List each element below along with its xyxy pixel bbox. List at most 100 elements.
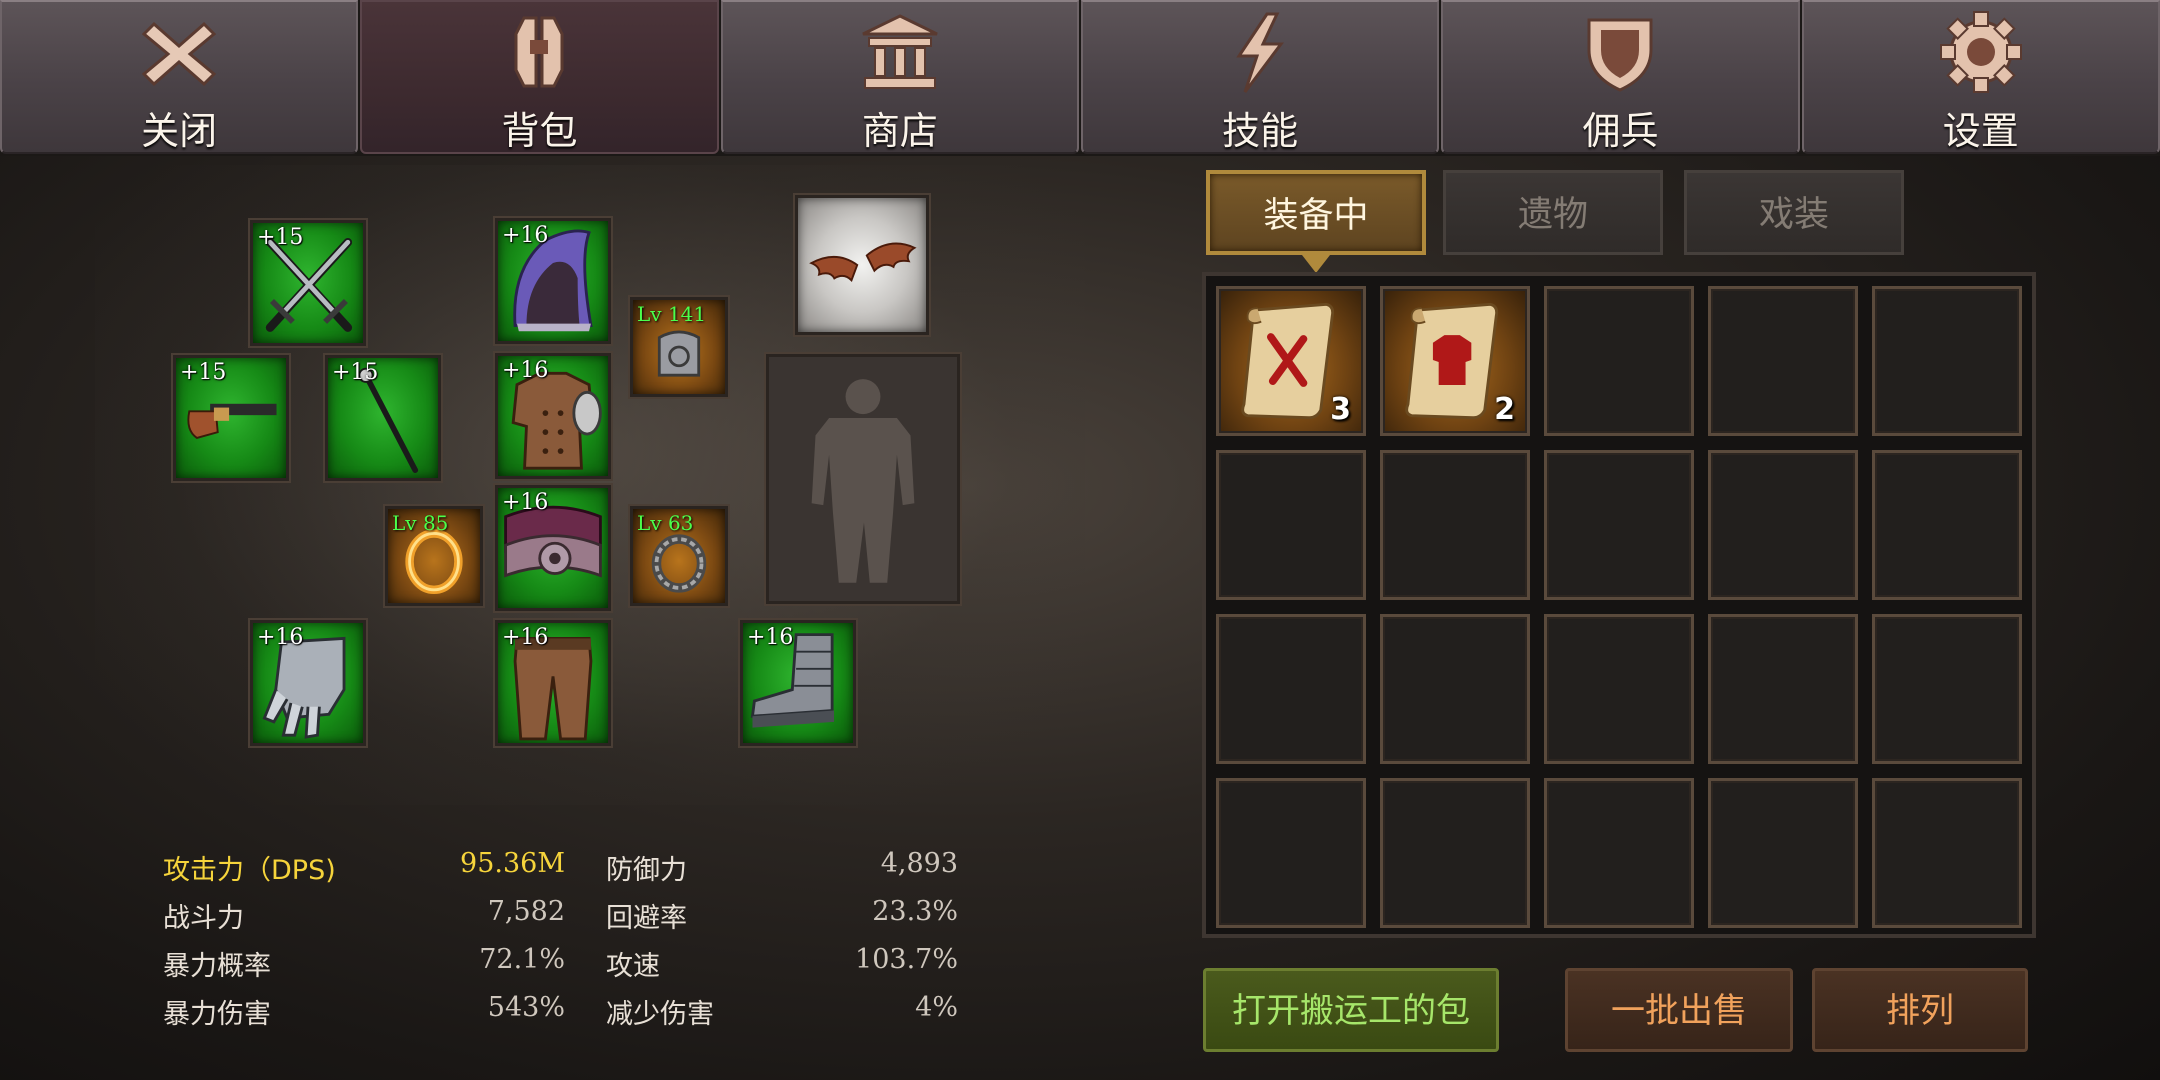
stat-crit-damage: 暴力伤害 543% [163,992,565,1036]
tab-mercenary-label: 佣兵 [1582,109,1659,153]
item-level: Lv 85 [392,511,449,535]
inventory-slot[interactable] [1708,614,1858,764]
shop-icon [862,14,938,89]
item-count: 3 [1330,392,1351,427]
stat-power: 战斗力 7,582 [163,896,565,940]
inventory-slot[interactable] [1544,286,1694,436]
tab-costumes[interactable]: 戏装 [1684,170,1904,255]
stat-value: 7,582 [487,896,565,927]
stat-dps: 攻击力（DPS) 95.36M [163,848,565,892]
stat-defense: 防御力 4,893 [606,848,958,892]
enhance-level: +15 [332,360,379,385]
enhance-level: +16 [502,625,549,650]
stat-crit-rate: 暴力概率 72.1% [163,944,565,988]
equip-slot-gauntlets[interactable]: +16 [250,620,366,746]
item-level: Lv 141 [637,302,707,326]
inventory-slot[interactable]: 3 [1216,286,1366,436]
equip-slot-necklace[interactable]: Lv 141 [630,297,728,397]
enhance-level: +16 [502,358,549,383]
stat-value: 4,893 [880,848,958,879]
inventory-slot[interactable] [1708,450,1858,600]
equip-slot-pistol[interactable]: +15 [173,355,289,481]
equip-slot-wings[interactable] [795,195,929,335]
inventory-slot[interactable] [1872,778,2022,928]
equip-slot-hood[interactable]: +16 [495,218,611,344]
tab-shop[interactable]: 商店 [720,0,1079,154]
inventory-slot[interactable] [1216,614,1366,764]
inventory-slot[interactable] [1708,778,1858,928]
stat-label: 暴力伤害 [163,999,271,1030]
tab-skills[interactable]: 技能 [1080,0,1440,154]
item-level: Lv 63 [637,511,694,535]
enhance-level: +16 [502,490,549,515]
stat-value: 72.1% [479,944,565,975]
lightning-icon [1236,12,1285,93]
tab-shop-label: 商店 [861,109,938,153]
equip-slot-ring-right[interactable]: Lv 63 [630,506,728,606]
equip-slot-boots[interactable]: +16 [740,620,856,746]
backpack-icon [514,16,564,88]
inventory-slot[interactable] [1872,286,2022,436]
tab-mercenary[interactable]: 佣兵 [1441,0,1800,154]
inventory-slot[interactable] [1872,614,2022,764]
stat-value: 103.7% [855,944,958,975]
enhance-level: +16 [502,223,549,248]
equip-slot-chest[interactable]: +16 [495,353,611,479]
stat-evasion: 回避率 23.3% [606,896,958,940]
stat-label: 攻击力（DPS) [163,855,336,886]
stat-value: 95.36M [460,848,565,879]
inventory-slot[interactable] [1872,450,2022,600]
top-nav: 关闭 背包 商店 技能 佣兵 设置 [0,0,2160,156]
stat-value: 4% [915,992,958,1023]
inventory-slot[interactable] [1544,450,1694,600]
tab-relics[interactable]: 遗物 [1443,170,1663,255]
inventory-slot[interactable] [1216,450,1366,600]
inventory-slot[interactable] [1708,286,1858,436]
equip-slot-staff[interactable]: +15 [325,355,441,481]
shield-icon [1587,18,1653,92]
inventory-slot[interactable] [1380,778,1530,928]
open-porter-bag-button[interactable]: 打开搬运工的包 [1203,968,1499,1052]
enhance-level: +16 [257,625,304,650]
stat-label: 回避率 [606,903,687,934]
tab-equipped[interactable]: 装备中 [1206,170,1426,255]
close-icon [141,21,217,87]
equip-slot-weapon[interactable]: +15 [250,220,366,346]
enhance-level: +15 [180,360,227,385]
bat-wings-icon [809,242,917,283]
inventory-slot[interactable] [1544,778,1694,928]
equip-slot-ring-left[interactable]: Lv 85 [385,506,483,606]
stat-label: 减少伤害 [606,999,714,1030]
tab-backpack-label: 背包 [501,109,578,153]
inventory-slot[interactable]: 2 [1380,286,1530,436]
tab-skills-label: 技能 [1222,109,1299,153]
inventory-slot[interactable] [1544,614,1694,764]
enhance-level: +16 [747,625,794,650]
stat-damage-reduction: 减少伤害 4% [606,992,958,1036]
gear-icon [1939,11,2022,93]
tab-settings-label: 设置 [1942,109,2019,153]
equip-slot-pants[interactable]: +16 [495,620,611,746]
stat-label: 防御力 [606,855,687,886]
inventory-slot[interactable] [1380,614,1530,764]
equip-slot-belt[interactable]: +16 [495,485,611,611]
inventory-slot[interactable] [1216,778,1366,928]
tab-close-label: 关闭 [141,109,218,153]
item-count: 2 [1494,392,1515,427]
enhance-level: +15 [257,225,304,250]
stat-attack-speed: 攻速 103.7% [606,944,958,988]
stat-label: 暴力概率 [163,951,271,982]
batch-sell-button[interactable]: 一批出售 [1565,968,1793,1052]
inventory-grid: 3 2 [1202,272,2036,938]
character-silhouette-frame [766,354,960,604]
stat-label: 攻速 [606,951,660,982]
stat-label: 战斗力 [163,903,244,934]
character-silhouette-icon [811,379,915,583]
sort-button[interactable]: 排列 [1812,968,2028,1052]
stat-value: 543% [487,992,565,1023]
tab-settings[interactable]: 设置 [1801,0,2160,154]
stat-value: 23.3% [872,896,958,927]
tab-close[interactable]: 关闭 [0,0,359,154]
inventory-slot[interactable] [1380,450,1530,600]
tab-backpack[interactable]: 背包 [360,0,719,154]
